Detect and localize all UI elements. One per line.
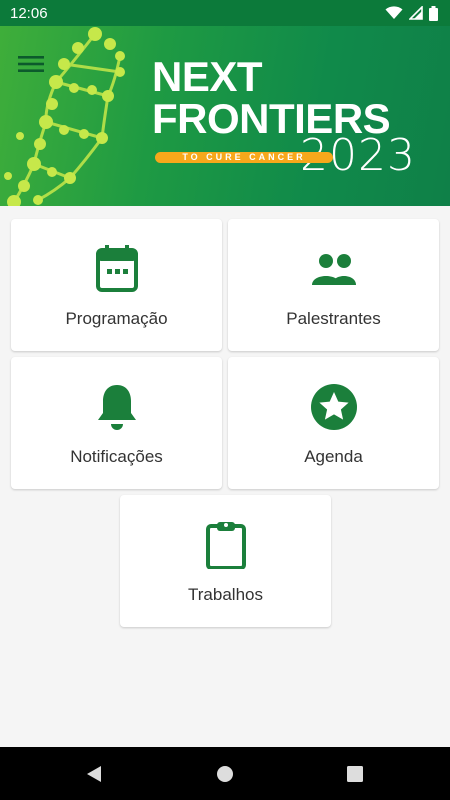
card-programacao[interactable]: Programação <box>11 219 222 351</box>
clipboard-icon <box>205 522 246 569</box>
status-time: 12:06 <box>10 4 48 22</box>
card-agenda[interactable]: Agenda <box>228 357 439 489</box>
bell-icon <box>97 385 136 430</box>
recents-icon[interactable] <box>343 762 367 786</box>
card-label: Programação <box>65 309 168 328</box>
calendar-icon <box>95 245 138 292</box>
signal-icon <box>409 6 423 20</box>
back-icon[interactable] <box>82 762 106 786</box>
star-icon <box>310 384 357 430</box>
event-banner: NEXT FRONTIERS 2023 TO CURE CANCER <box>0 26 450 206</box>
wifi-icon <box>385 6 403 19</box>
card-trabalhos[interactable]: Trabalhos <box>120 495 331 627</box>
card-label: Notificações <box>70 447 163 466</box>
card-palestrantes[interactable]: Palestrantes <box>228 219 439 351</box>
card-label: Agenda <box>304 447 363 466</box>
navigation-bar <box>0 747 450 800</box>
hamburger-menu-icon[interactable] <box>16 52 46 76</box>
status-icons <box>385 5 438 21</box>
battery-icon <box>429 5 438 21</box>
card-label: Palestrantes <box>286 309 381 328</box>
card-notificacoes[interactable]: Notificações <box>11 357 222 489</box>
banner-title-next: NEXT <box>152 53 263 100</box>
banner-tagline: TO CURE CANCER <box>155 152 333 163</box>
card-label: Trabalhos <box>188 585 263 604</box>
home-icon[interactable] <box>213 762 237 786</box>
status-bar: 12:06 <box>0 0 450 26</box>
people-icon <box>311 254 356 285</box>
